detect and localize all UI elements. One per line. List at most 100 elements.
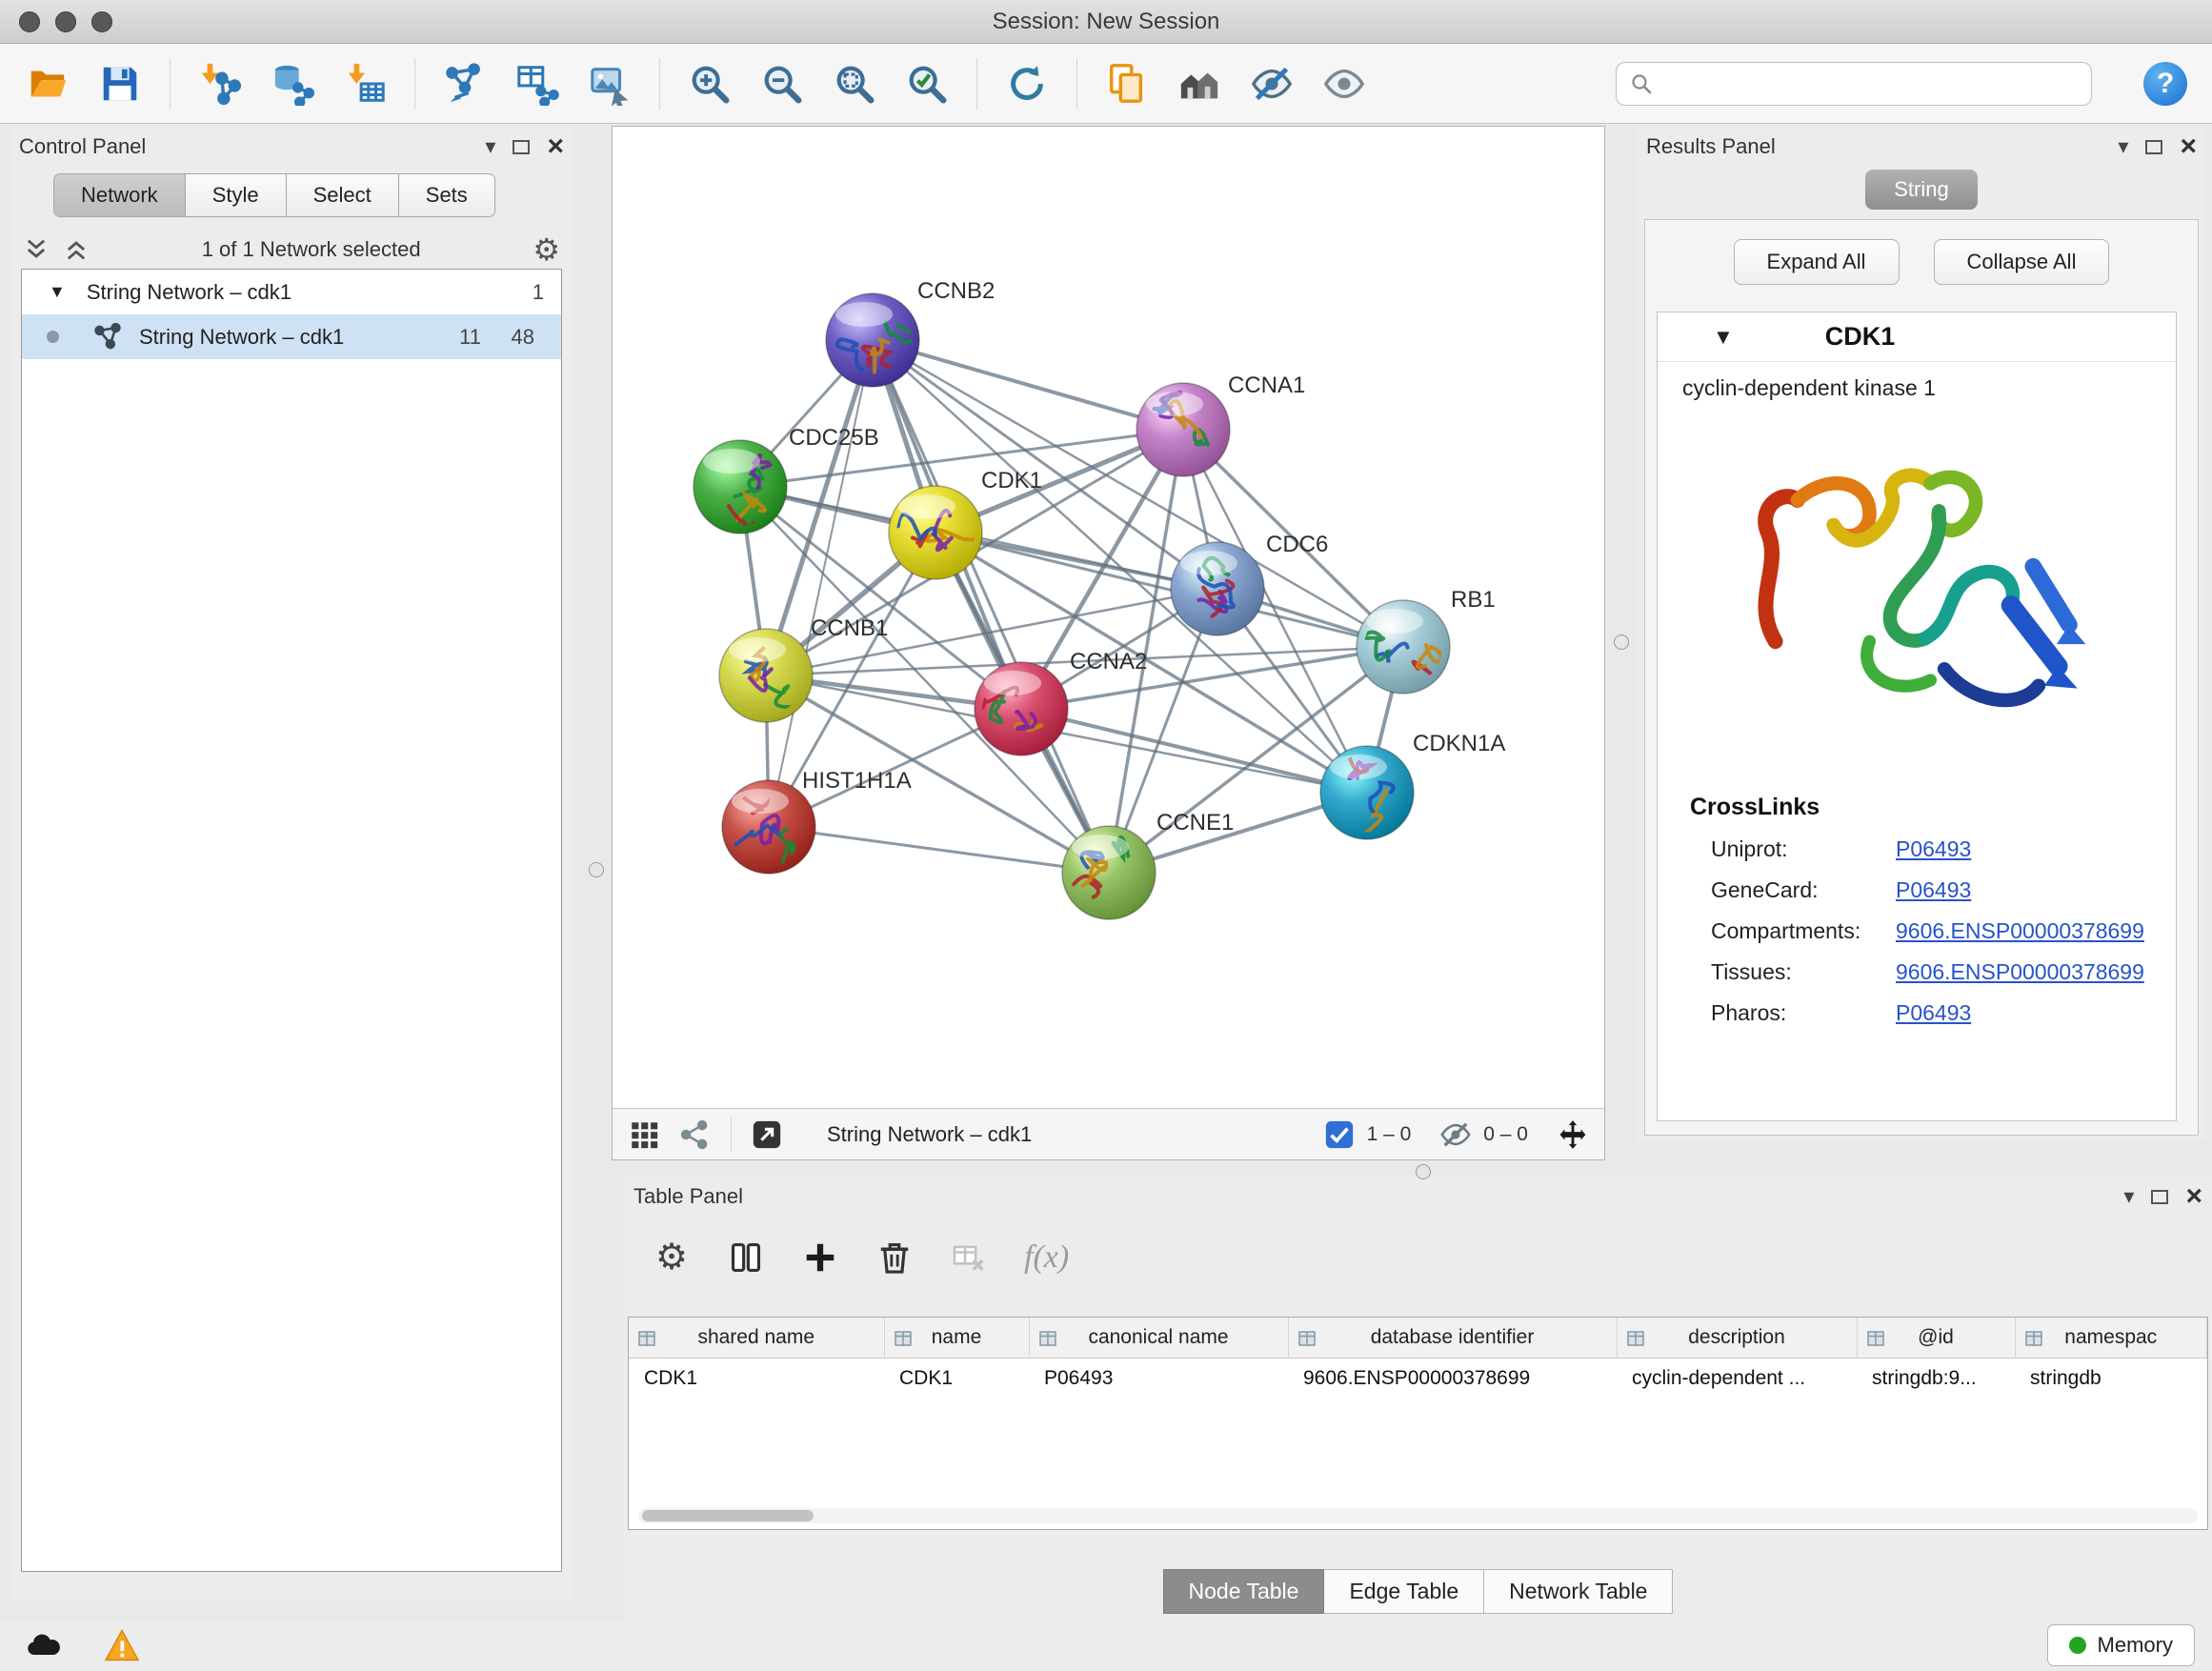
network-node[interactable]: HIST1H1A [722, 768, 912, 874]
cell-name[interactable]: CDK1 [884, 1358, 1029, 1399]
splitter-handle[interactable] [1416, 1164, 1431, 1179]
results-panel-close-icon[interactable]: × [2180, 132, 2197, 161]
fit-move-icon[interactable] [1557, 1118, 1589, 1151]
gene-expander-icon[interactable]: ▼ [1713, 325, 1734, 350]
expand-all-icon[interactable] [63, 236, 90, 263]
zoom-selected-icon[interactable] [904, 61, 950, 107]
tab-string[interactable]: String [1865, 170, 1977, 210]
horizontal-scrollbar[interactable] [638, 1508, 2198, 1523]
zoom-fit-icon[interactable] [832, 61, 877, 107]
refresh-layout-icon[interactable] [1004, 61, 1050, 107]
tab-style[interactable]: Style [186, 174, 287, 216]
results-panel-float-icon[interactable] [2145, 140, 2162, 154]
zoom-in-icon[interactable] [687, 61, 733, 107]
grid-view-icon[interactable] [628, 1118, 660, 1151]
selected-checkbox-icon[interactable] [1323, 1118, 1356, 1151]
tab-network[interactable]: Network [54, 174, 186, 216]
crosslink-genecard-link[interactable]: P06493 [1896, 877, 1971, 903]
import-network-database-icon[interactable] [270, 61, 315, 107]
export-image-icon[interactable] [587, 61, 633, 107]
cell-database-identifier[interactable]: 9606.ENSP00000378699 [1288, 1358, 1617, 1399]
navigator-home-icon[interactable] [1176, 61, 1222, 107]
network-canvas[interactable]: CCNB2CCNA1CDC25BCDK1CDC6RB1CCNB1CCNA2CDK… [613, 127, 1604, 1108]
tab-network-table[interactable]: Network Table [1484, 1569, 1673, 1614]
show-columns-icon[interactable] [727, 1238, 765, 1277]
crosslink-compartments-link[interactable]: 9606.ENSP00000378699 [1896, 918, 2144, 944]
table-settings-gear-icon[interactable]: ⚙ [653, 1238, 691, 1277]
tab-edge-table[interactable]: Edge Table [1324, 1569, 1484, 1614]
column-header[interactable]: @id [1857, 1318, 2015, 1358]
collapse-all-button[interactable]: Collapse All [1934, 239, 2110, 285]
delete-column-trash-icon[interactable] [875, 1238, 914, 1277]
network-node[interactable]: CDK1 [889, 468, 1042, 579]
gene-section-header[interactable]: ▼ CDK1 [1658, 312, 2176, 362]
crosslink-uniprot-link[interactable]: P06493 [1896, 836, 1971, 862]
network-node[interactable]: CDC25B [694, 425, 879, 534]
help-icon[interactable]: ? [2143, 62, 2187, 106]
network-node[interactable]: CCNB2 [826, 278, 995, 387]
crosslink-pharos-link[interactable]: P06493 [1896, 1000, 1971, 1026]
splitter-handle[interactable] [589, 862, 604, 877]
table-panel-menu-icon[interactable]: ▾ [2123, 1184, 2134, 1209]
birdseye-network-icon[interactable] [679, 1118, 712, 1151]
collection-expander-icon[interactable]: ▼ [49, 282, 66, 302]
table-row[interactable]: CDK1 CDK1 P06493 9606.ENSP00000378699 cy… [629, 1358, 2207, 1399]
tab-node-table[interactable]: Node Table [1163, 1569, 1325, 1614]
table-panel-close-icon[interactable]: × [2185, 1182, 2202, 1211]
function-builder-icon[interactable]: f(x) [1024, 1239, 1069, 1276]
collapse-all-icon[interactable] [23, 236, 50, 263]
tab-sets[interactable]: Sets [399, 174, 494, 216]
table-panel-float-icon[interactable] [2151, 1190, 2168, 1204]
import-table-icon[interactable] [342, 61, 388, 107]
minimize-window-button[interactable] [55, 11, 76, 32]
scrollbar-thumb[interactable] [642, 1510, 814, 1521]
network-and-table-icon[interactable] [514, 61, 560, 107]
node-label: HIST1H1A [802, 768, 912, 794]
save-session-icon[interactable] [97, 61, 143, 107]
cell-shared-name[interactable]: CDK1 [629, 1358, 884, 1399]
column-header[interactable]: namespac [2015, 1318, 2207, 1358]
cell-id[interactable]: stringdb:9... [1857, 1358, 2015, 1399]
cell-description[interactable]: cyclin-dependent ... [1617, 1358, 1857, 1399]
column-header[interactable]: database identifier [1288, 1318, 1617, 1358]
column-header[interactable]: description [1617, 1318, 1857, 1358]
network-from-selection-icon[interactable] [442, 61, 488, 107]
column-header[interactable]: name [884, 1318, 1029, 1358]
memory-button[interactable]: Memory [2047, 1624, 2195, 1666]
crosslink-tissues-link[interactable]: 9606.ENSP00000378699 [1896, 959, 2144, 985]
search-box[interactable] [1616, 62, 2092, 106]
network-node[interactable]: CCNB1 [719, 615, 888, 722]
warning-icon[interactable] [95, 1624, 149, 1666]
network-collection-row[interactable]: ▼ String Network – cdk1 1 [22, 270, 561, 314]
network-row-selected[interactable]: String Network – cdk1 11 48 [22, 314, 561, 359]
control-panel-float-icon[interactable] [513, 140, 530, 154]
cell-namespace[interactable]: stringdb [2015, 1358, 2207, 1399]
hidden-eye-slash-icon[interactable] [1439, 1118, 1472, 1151]
network-node[interactable]: CDKN1A [1320, 720, 1505, 852]
zoom-out-icon[interactable] [759, 61, 805, 107]
maximize-window-button[interactable] [91, 11, 112, 32]
create-column-plus-icon[interactable] [801, 1238, 839, 1277]
search-input[interactable] [1662, 71, 2078, 96]
network-node[interactable]: CCNA1 [1136, 372, 1305, 476]
hide-selected-eye-icon[interactable] [1249, 61, 1295, 107]
network-node[interactable]: RB1 [1357, 587, 1496, 695]
network-node[interactable]: CDC6 [1171, 532, 1328, 635]
column-header[interactable]: shared name [629, 1318, 884, 1358]
control-panel-close-icon[interactable]: × [547, 132, 564, 161]
open-session-icon[interactable] [25, 61, 70, 107]
import-network-file-icon[interactable] [197, 61, 243, 107]
column-header[interactable]: canonical name [1029, 1318, 1288, 1358]
results-panel-menu-icon[interactable]: ▾ [2118, 134, 2128, 159]
control-panel-menu-icon[interactable]: ▾ [485, 134, 495, 159]
tab-select[interactable]: Select [287, 174, 399, 216]
show-all-eye-icon[interactable] [1321, 61, 1367, 107]
open-in-new-icon[interactable] [751, 1118, 783, 1151]
cell-canonical-name[interactable]: P06493 [1029, 1358, 1288, 1399]
splitter-handle[interactable] [1614, 634, 1629, 650]
copy-document-icon[interactable] [1104, 61, 1150, 107]
cloud-icon[interactable] [17, 1624, 70, 1666]
close-window-button[interactable] [19, 11, 40, 32]
expand-all-button[interactable]: Expand All [1734, 239, 1900, 285]
gear-icon[interactable]: ⚙ [533, 234, 560, 265]
